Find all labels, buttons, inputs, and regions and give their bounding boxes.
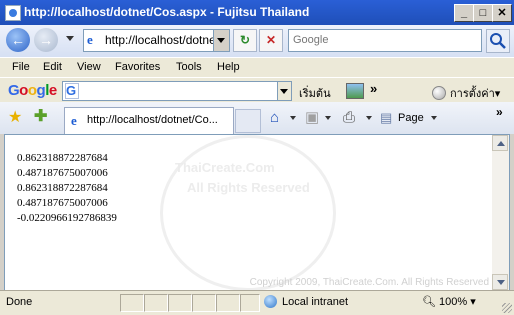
output-line: 0.487187675007006 [17, 197, 108, 209]
feeds-dropdown-icon[interactable] [325, 116, 331, 120]
forward-button[interactable]: → [34, 28, 58, 52]
watermark-line2: All Rights Reserved [187, 180, 310, 195]
google-search-dropdown-button[interactable] [277, 82, 291, 100]
home-dropdown-icon[interactable] [290, 116, 296, 120]
watermark-line1: ThaiCreate.Com [175, 160, 275, 175]
google-toolbar: Google G เริ่มต้น » การตั้งค่า▾ [0, 77, 514, 104]
zone-label: Local intranet [282, 296, 349, 308]
vertical-scrollbar[interactable] [492, 134, 510, 291]
history-dropdown-icon[interactable] [66, 36, 74, 41]
menu-file[interactable]: File [12, 61, 30, 73]
watermark-seal [160, 135, 336, 290]
google-settings-button[interactable]: การตั้งค่า▾ [432, 84, 500, 102]
add-favorites-icon[interactable]: ✚ [34, 109, 47, 125]
home-icon[interactable]: ⌂ [270, 110, 279, 126]
zoom-control[interactable]: 🔍︎ 100% ▾ [422, 295, 476, 308]
command-bar-more-icon[interactable]: » [496, 104, 503, 120]
address-bar[interactable]: e http://localhost/dotne [83, 29, 230, 52]
favorites-star-icon[interactable]: ★ [8, 110, 22, 126]
google-settings-label: การตั้งค่า▾ [450, 88, 501, 100]
status-cell [168, 294, 192, 312]
output-line: 0.487187675007006 [17, 167, 108, 179]
ie-page-icon: e [71, 113, 77, 128]
zoom-level: 100% [439, 296, 468, 308]
stop-button[interactable]: ✕ [259, 29, 283, 52]
new-tab-button[interactable] [235, 109, 261, 133]
status-text: Done [6, 296, 33, 308]
print-icon[interactable]: ⎙ [343, 110, 355, 126]
ie-app-icon [5, 5, 21, 21]
menu-tools[interactable]: Tools [176, 61, 202, 73]
search-box[interactable]: Google [288, 29, 482, 52]
output-line: 0.862318872287684 [17, 152, 108, 164]
title-bar[interactable]: http://localhost/dotnet/Cos.aspx - Fujit… [0, 0, 514, 25]
magnifier-icon [490, 33, 506, 49]
search-input[interactable]: Google [293, 34, 328, 46]
tab-active[interactable]: e http://localhost/dotnet/Co... [64, 107, 234, 134]
google-search-button[interactable]: เริ่มต้น [299, 84, 331, 102]
google-search-box[interactable]: G [62, 81, 292, 101]
google-toolbar-more-icon[interactable]: » [370, 81, 377, 96]
close-button[interactable]: ✕ [492, 4, 512, 22]
resize-grip-icon[interactable] [502, 303, 512, 313]
intranet-globe-icon [264, 295, 277, 308]
google-g-icon[interactable]: G [65, 83, 79, 99]
address-dropdown-button[interactable] [213, 30, 229, 51]
menu-help[interactable]: Help [217, 61, 240, 73]
google-logo: Google [8, 82, 57, 99]
window-title: http://localhost/dotnet/Cos.aspx - Fujit… [24, 5, 310, 19]
ie-page-icon: e [87, 32, 93, 47]
print-dropdown-icon[interactable] [366, 116, 372, 120]
scroll-up-button[interactable] [492, 135, 508, 151]
photo-icon[interactable] [346, 83, 364, 99]
tab-bar: ★ ✚ e http://localhost/dotnet/Co... ⌂ ▣ … [0, 102, 514, 134]
menu-favorites[interactable]: Favorites [115, 61, 160, 73]
maximize-button[interactable]: □ [473, 4, 493, 22]
refresh-button[interactable]: ↻ [233, 29, 257, 52]
status-cell [216, 294, 240, 312]
address-input[interactable]: http://localhost/dotne [105, 33, 216, 47]
menu-bar: File Edit View Favorites Tools Help [0, 57, 514, 78]
security-zone[interactable]: Local intranet [264, 295, 348, 308]
menu-edit[interactable]: Edit [43, 61, 62, 73]
output-line: 0.862318872287684 [17, 182, 108, 194]
page-menu-button[interactable]: Page [398, 112, 424, 124]
status-cell [192, 294, 216, 312]
feeds-icon[interactable]: ▣ [305, 110, 319, 126]
back-button[interactable]: ← [6, 28, 30, 52]
page-content: ThaiCreate.Com All Rights Reserved 0.862… [4, 134, 493, 291]
menu-view[interactable]: View [77, 61, 101, 73]
status-cell [144, 294, 168, 312]
status-bar: Done Local intranet 🔍︎ 100% ▾ [0, 290, 514, 315]
page-icon: ▤ [380, 110, 393, 125]
status-cell [120, 294, 144, 312]
copyright-watermark: Copyright 2009, ThaiCreate.Com. All Righ… [249, 277, 489, 288]
search-button[interactable] [486, 29, 510, 53]
output-line: -0.0220966192786839 [17, 212, 117, 224]
status-cell [240, 294, 260, 312]
navigation-bar: ← → e http://localhost/dotne ↻ ✕ Google [0, 25, 514, 57]
page-dropdown-icon[interactable] [431, 116, 437, 120]
minimize-button[interactable]: _ [454, 4, 474, 22]
scroll-down-button[interactable] [492, 274, 508, 290]
settings-ball-icon [432, 86, 446, 100]
tab-title: http://localhost/dotnet/Co... [87, 114, 218, 126]
